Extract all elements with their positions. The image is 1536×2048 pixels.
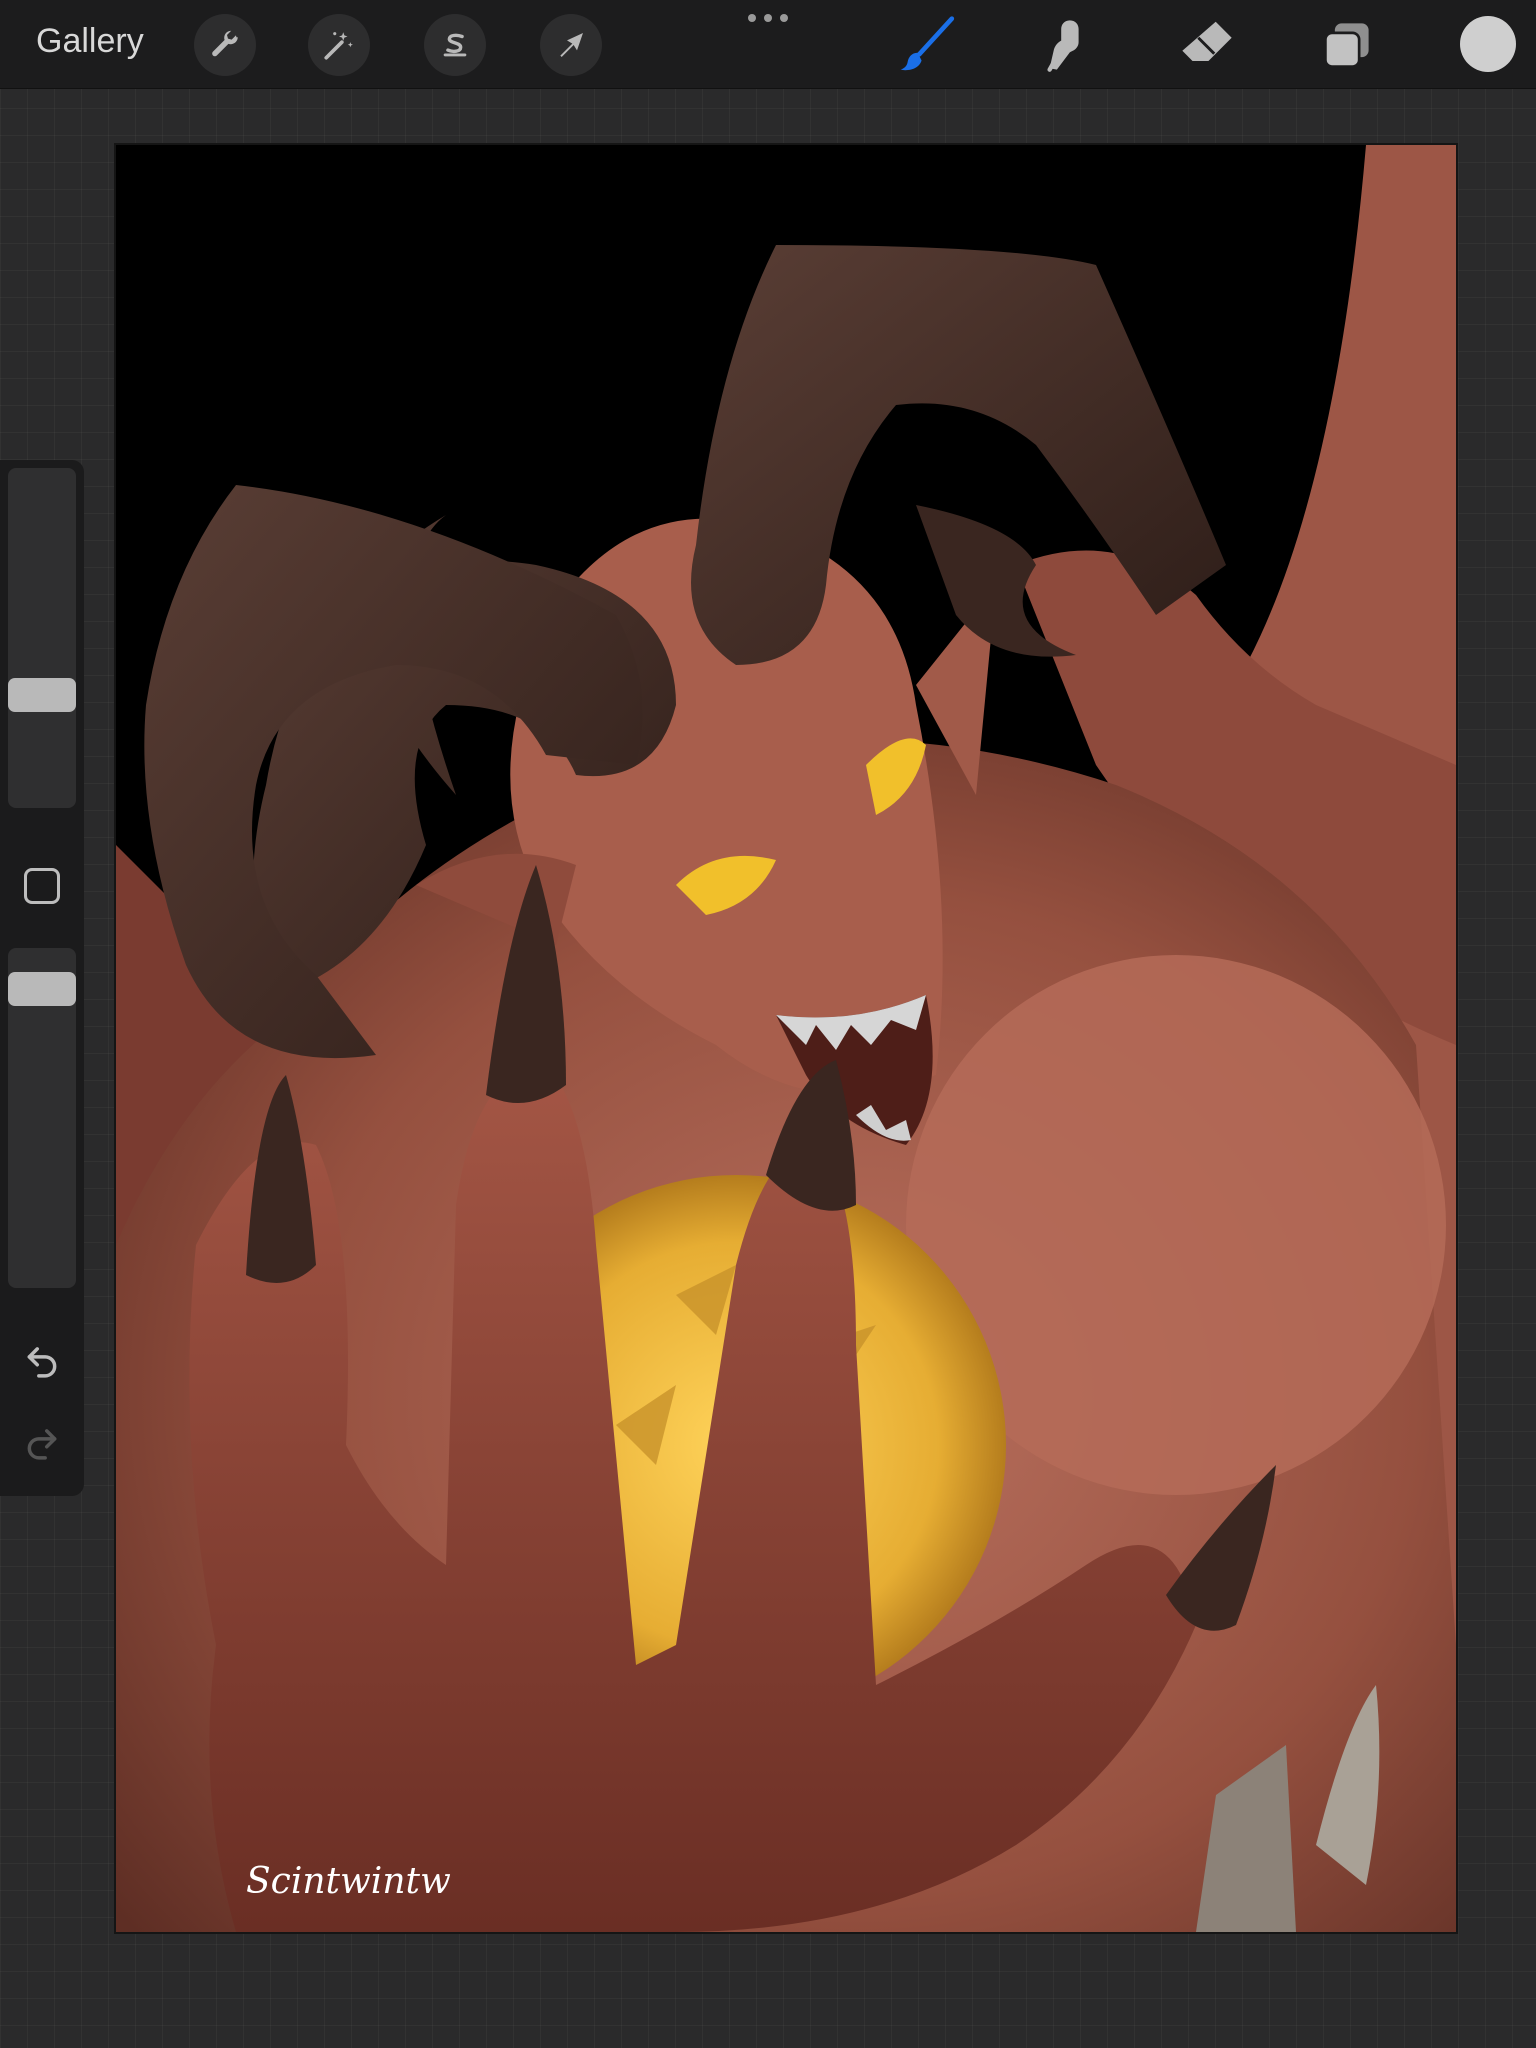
- gallery-button[interactable]: Gallery: [36, 22, 144, 61]
- undo-icon: [27, 1347, 57, 1378]
- color-picker-button[interactable]: [1460, 16, 1516, 72]
- actions-button[interactable]: [194, 14, 256, 76]
- smudge-tool-button[interactable]: [1032, 10, 1102, 80]
- eyedropper-modify-button[interactable]: [24, 868, 60, 904]
- selection-s-icon: [443, 33, 467, 57]
- eraser-tool-button[interactable]: [1172, 10, 1242, 80]
- eraser-icon: [1182, 21, 1232, 61]
- wrench-icon: [212, 30, 238, 57]
- brush-tool-button[interactable]: [892, 10, 962, 80]
- transform-button[interactable]: [540, 14, 602, 76]
- demon-artwork: Scintwintw: [116, 145, 1456, 1932]
- selection-button[interactable]: [424, 14, 486, 76]
- dot-icon: [764, 14, 772, 22]
- brush-size-slider-handle[interactable]: [8, 678, 76, 712]
- opacity-slider-handle[interactable]: [8, 972, 76, 1006]
- left-sidebar: [0, 460, 84, 1496]
- smudge-finger-icon: [1047, 20, 1079, 72]
- layers-button[interactable]: [1312, 10, 1382, 80]
- redo-button[interactable]: [20, 1420, 64, 1464]
- arrow-cursor-icon: [560, 33, 583, 57]
- redo-icon: [27, 1429, 57, 1460]
- more-options-handle[interactable]: [744, 14, 792, 26]
- undo-button[interactable]: [20, 1338, 64, 1382]
- adjustments-button[interactable]: [308, 14, 370, 76]
- brush-icon: [900, 16, 955, 71]
- drawing-canvas[interactable]: Scintwintw: [116, 145, 1456, 1932]
- brush-size-slider[interactable]: [8, 468, 76, 808]
- artist-signature: Scintwintw: [246, 1861, 451, 1902]
- layers-icon: [1324, 23, 1369, 68]
- top-toolbar: Gallery: [0, 0, 1536, 89]
- dot-icon: [748, 14, 756, 22]
- dot-icon: [780, 14, 788, 22]
- magic-wand-icon: [324, 32, 353, 60]
